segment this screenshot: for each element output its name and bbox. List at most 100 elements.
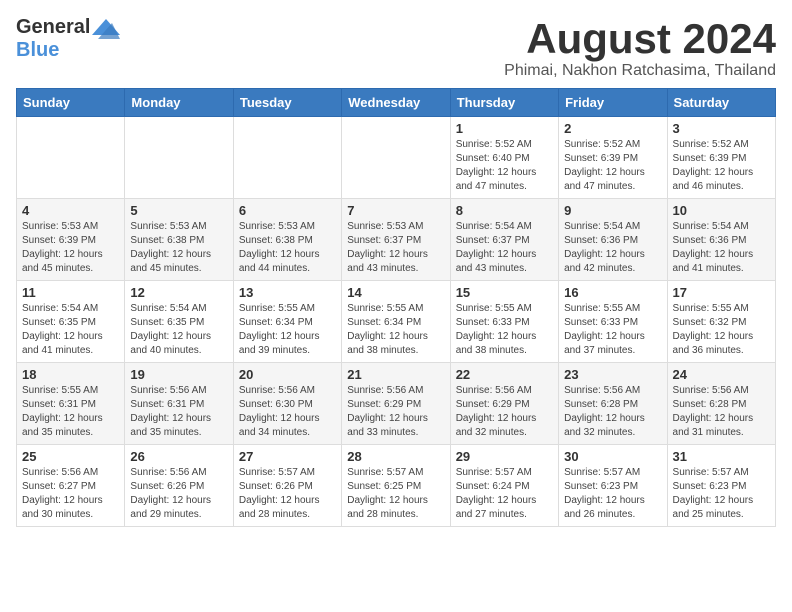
calendar-day-21: 21Sunrise: 5:56 AM Sunset: 6:29 PM Dayli… bbox=[342, 363, 450, 445]
day-number: 12 bbox=[130, 285, 227, 300]
calendar-day-12: 12 Sunrise: 5:54 AM Sunset: 6:35 PM Dayli… bbox=[125, 281, 233, 363]
day-info: Sunrise: 5:53 AM Sunset: 6:39 PM Dayligh… bbox=[22, 220, 119, 276]
location-title: Phimai, Nakhon Ratchasima, Thailand bbox=[504, 62, 776, 80]
day-info: Sunrise: 5:55 AM Sunset: 6:31 PM Dayligh… bbox=[22, 384, 119, 440]
calendar-day-17: 17Sunrise: 5:55 AM Sunset: 6:32 PM Dayli… bbox=[667, 281, 775, 363]
calendar-day-9: 9 Sunrise: 5:54 AM Sunset: 6:36 PM Daylig… bbox=[559, 199, 667, 281]
day-info: Sunrise: 5:54 AM Sunset: 6:36 PM Dayligh… bbox=[564, 220, 661, 276]
calendar-week-row: 25 Sunrise: 5:56 AM Sunset: 6:27 PM Dayli… bbox=[17, 445, 776, 527]
day-info: Sunrise: 5:54 AM Sunset: 6:35 PM Dayligh… bbox=[130, 302, 227, 358]
day-info: Sunrise: 5:56 AM Sunset: 6:29 PM Dayligh… bbox=[456, 384, 553, 440]
day-info: Sunrise: 5:57 AM Sunset: 6:25 PM Dayligh… bbox=[347, 466, 444, 522]
calendar-day-4: 4Sunrise: 5:53 AM Sunset: 6:39 PM Daylig… bbox=[17, 199, 125, 281]
day-info: Sunrise: 5:56 AM Sunset: 6:27 PM Dayligh… bbox=[22, 466, 119, 522]
day-info: Sunrise: 5:54 AM Sunset: 6:36 PM Dayligh… bbox=[673, 220, 770, 276]
calendar-day-19: 19 Sunrise: 5:56 AM Sunset: 6:31 PM Dayli… bbox=[125, 363, 233, 445]
calendar-day-29: 29Sunrise: 5:57 AM Sunset: 6:24 PM Dayli… bbox=[450, 445, 558, 527]
logo-blue-text: Blue bbox=[16, 39, 59, 61]
day-info: Sunrise: 5:53 AM Sunset: 6:37 PM Dayligh… bbox=[347, 220, 444, 276]
day-info: Sunrise: 5:53 AM Sunset: 6:38 PM Dayligh… bbox=[130, 220, 227, 276]
day-number: 31 bbox=[673, 449, 770, 464]
day-number: 9 bbox=[564, 203, 661, 218]
day-number: 23 bbox=[564, 367, 661, 382]
day-number: 7 bbox=[347, 203, 444, 218]
calendar-day-22: 22 Sunrise: 5:56 AM Sunset: 6:29 PM Dayli… bbox=[450, 363, 558, 445]
calendar-day-20: 20 Sunrise: 5:56 AM Sunset: 6:30 PM Dayli… bbox=[233, 363, 341, 445]
weekday-header-wednesday: Wednesday bbox=[342, 89, 450, 117]
weekday-header-saturday: Saturday bbox=[667, 89, 775, 117]
calendar-empty-cell bbox=[342, 117, 450, 199]
calendar-day-11: 11 Sunrise: 5:54 AM Sunset: 6:35 PM Dayli… bbox=[17, 281, 125, 363]
day-info: Sunrise: 5:57 AM Sunset: 6:24 PM Dayligh… bbox=[456, 466, 553, 522]
calendar-day-31: 31 Sunrise: 5:57 AM Sunset: 6:23 PM Dayli… bbox=[667, 445, 775, 527]
calendar-day-14: 14 Sunrise: 5:55 AM Sunset: 6:34 PM Dayli… bbox=[342, 281, 450, 363]
day-info: Sunrise: 5:56 AM Sunset: 6:26 PM Dayligh… bbox=[130, 466, 227, 522]
calendar-day-2: 2 Sunrise: 5:52 AM Sunset: 6:39 PM Daylig… bbox=[559, 117, 667, 199]
calendar-empty-cell bbox=[17, 117, 125, 199]
calendar-table: SundayMondayTuesdayWednesdayThursdayFrid… bbox=[16, 88, 776, 527]
day-number: 3 bbox=[673, 121, 770, 136]
calendar-day-26: 26 Sunrise: 5:56 AM Sunset: 6:26 PM Dayli… bbox=[125, 445, 233, 527]
page-header: General Blue August 2024 Phimai, Nakhon … bbox=[16, 16, 776, 80]
day-info: Sunrise: 5:55 AM Sunset: 6:34 PM Dayligh… bbox=[239, 302, 336, 358]
day-info: Sunrise: 5:55 AM Sunset: 6:33 PM Dayligh… bbox=[564, 302, 661, 358]
day-number: 16 bbox=[564, 285, 661, 300]
calendar-day-10: 10Sunrise: 5:54 AM Sunset: 6:36 PM Dayli… bbox=[667, 199, 775, 281]
day-number: 1 bbox=[456, 121, 553, 136]
day-number: 26 bbox=[130, 449, 227, 464]
day-number: 30 bbox=[564, 449, 661, 464]
title-section: August 2024 Phimai, Nakhon Ratchasima, T… bbox=[504, 16, 776, 80]
calendar-day-23: 23 Sunrise: 5:56 AM Sunset: 6:28 PM Dayli… bbox=[559, 363, 667, 445]
month-title: August 2024 bbox=[504, 16, 776, 62]
calendar-day-30: 30 Sunrise: 5:57 AM Sunset: 6:23 PM Dayli… bbox=[559, 445, 667, 527]
logo-general-text: General bbox=[16, 16, 90, 39]
calendar-day-3: 3 Sunrise: 5:52 AM Sunset: 6:39 PM Daylig… bbox=[667, 117, 775, 199]
calendar-empty-cell bbox=[233, 117, 341, 199]
day-number: 15 bbox=[456, 285, 553, 300]
logo: General Blue bbox=[16, 16, 120, 62]
day-info: Sunrise: 5:52 AM Sunset: 6:39 PM Dayligh… bbox=[564, 138, 661, 194]
calendar-day-27: 27 Sunrise: 5:57 AM Sunset: 6:26 PM Dayli… bbox=[233, 445, 341, 527]
calendar-day-15: 15 Sunrise: 5:55 AM Sunset: 6:33 PM Dayli… bbox=[450, 281, 558, 363]
day-number: 17 bbox=[673, 285, 770, 300]
day-info: Sunrise: 5:57 AM Sunset: 6:23 PM Dayligh… bbox=[673, 466, 770, 522]
day-info: Sunrise: 5:55 AM Sunset: 6:34 PM Dayligh… bbox=[347, 302, 444, 358]
day-number: 20 bbox=[239, 367, 336, 382]
logo-icon bbox=[92, 17, 120, 39]
day-number: 25 bbox=[22, 449, 119, 464]
day-number: 27 bbox=[239, 449, 336, 464]
weekday-header-sunday: Sunday bbox=[17, 89, 125, 117]
day-info: Sunrise: 5:56 AM Sunset: 6:28 PM Dayligh… bbox=[564, 384, 661, 440]
day-info: Sunrise: 5:56 AM Sunset: 6:30 PM Dayligh… bbox=[239, 384, 336, 440]
day-info: Sunrise: 5:52 AM Sunset: 6:39 PM Dayligh… bbox=[673, 138, 770, 194]
day-info: Sunrise: 5:57 AM Sunset: 6:26 PM Dayligh… bbox=[239, 466, 336, 522]
day-number: 21 bbox=[347, 367, 444, 382]
day-number: 2 bbox=[564, 121, 661, 136]
day-info: Sunrise: 5:53 AM Sunset: 6:38 PM Dayligh… bbox=[239, 220, 336, 276]
calendar-day-16: 16 Sunrise: 5:55 AM Sunset: 6:33 PM Dayli… bbox=[559, 281, 667, 363]
weekday-header-thursday: Thursday bbox=[450, 89, 558, 117]
day-number: 5 bbox=[130, 203, 227, 218]
day-number: 22 bbox=[456, 367, 553, 382]
day-info: Sunrise: 5:55 AM Sunset: 6:33 PM Dayligh… bbox=[456, 302, 553, 358]
day-info: Sunrise: 5:52 AM Sunset: 6:40 PM Dayligh… bbox=[456, 138, 553, 194]
calendar-week-row: 18Sunrise: 5:55 AM Sunset: 6:31 PM Dayli… bbox=[17, 363, 776, 445]
calendar-day-28: 28Sunrise: 5:57 AM Sunset: 6:25 PM Dayli… bbox=[342, 445, 450, 527]
day-info: Sunrise: 5:56 AM Sunset: 6:31 PM Dayligh… bbox=[130, 384, 227, 440]
calendar-day-13: 13Sunrise: 5:55 AM Sunset: 6:34 PM Dayli… bbox=[233, 281, 341, 363]
calendar-day-7: 7 Sunrise: 5:53 AM Sunset: 6:37 PM Daylig… bbox=[342, 199, 450, 281]
day-info: Sunrise: 5:54 AM Sunset: 6:35 PM Dayligh… bbox=[22, 302, 119, 358]
calendar-empty-cell bbox=[125, 117, 233, 199]
weekday-header-row: SundayMondayTuesdayWednesdayThursdayFrid… bbox=[17, 89, 776, 117]
calendar-day-5: 5 Sunrise: 5:53 AM Sunset: 6:38 PM Daylig… bbox=[125, 199, 233, 281]
day-number: 11 bbox=[22, 285, 119, 300]
day-info: Sunrise: 5:54 AM Sunset: 6:37 PM Dayligh… bbox=[456, 220, 553, 276]
day-number: 24 bbox=[673, 367, 770, 382]
calendar-week-row: 4Sunrise: 5:53 AM Sunset: 6:39 PM Daylig… bbox=[17, 199, 776, 281]
calendar-day-1: 1 Sunrise: 5:52 AM Sunset: 6:40 PM Daylig… bbox=[450, 117, 558, 199]
day-number: 6 bbox=[239, 203, 336, 218]
day-number: 14 bbox=[347, 285, 444, 300]
day-number: 8 bbox=[456, 203, 553, 218]
day-info: Sunrise: 5:57 AM Sunset: 6:23 PM Dayligh… bbox=[564, 466, 661, 522]
day-number: 19 bbox=[130, 367, 227, 382]
